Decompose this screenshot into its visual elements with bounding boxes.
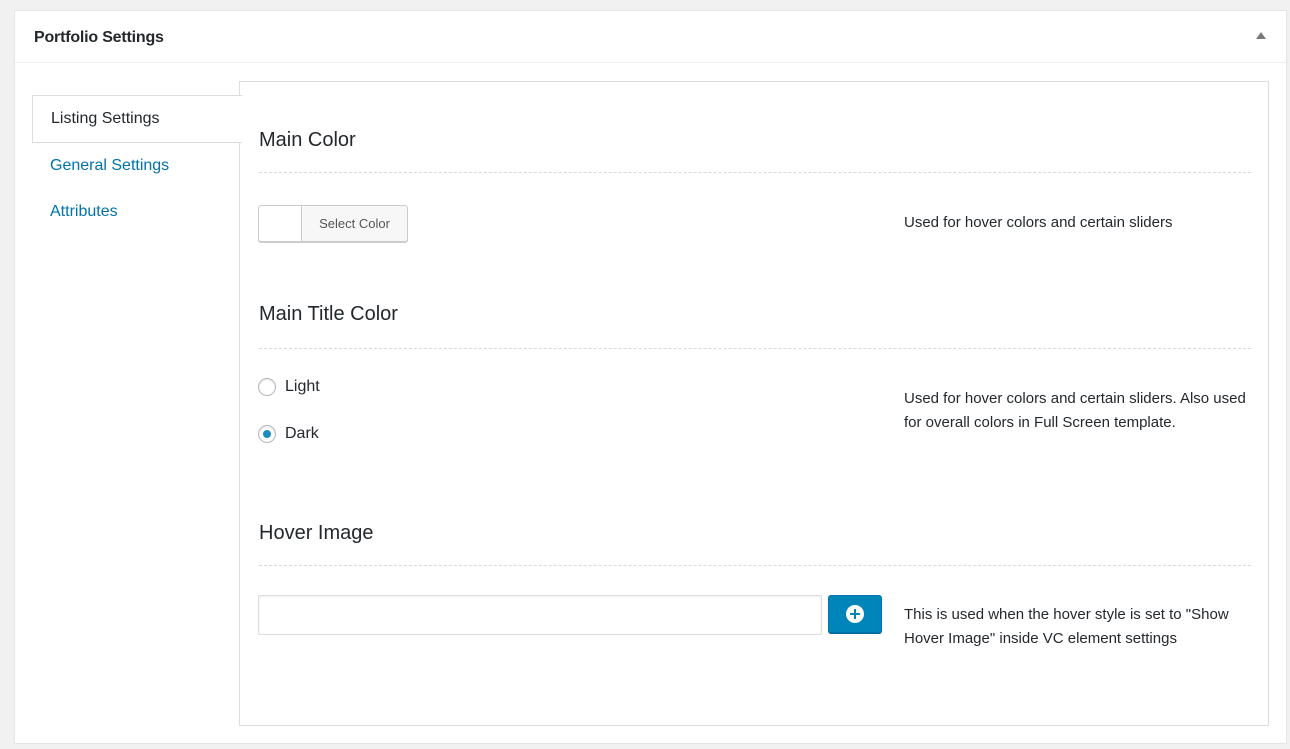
hover-image-heading: Hover Image (259, 522, 374, 544)
select-color-label: Select Color (319, 216, 390, 231)
radio-light[interactable]: Light (258, 378, 320, 396)
metabox-header[interactable]: Portfolio Settings (15, 11, 1286, 63)
main-title-color-heading: Main Title Color (259, 303, 398, 325)
metabox-title: Portfolio Settings (34, 29, 164, 46)
portfolio-settings-metabox: Portfolio Settings Listing Settings Gene… (14, 10, 1287, 744)
hover-image-description: This is used when the hover style is set… (904, 606, 1229, 647)
add-hover-image-button[interactable] (828, 595, 882, 633)
collapse-toggle-icon[interactable] (1256, 32, 1266, 39)
tab-general-settings[interactable]: General Settings (32, 143, 241, 189)
tab-listing-settings[interactable]: Listing Settings (32, 95, 242, 143)
divider (259, 565, 1251, 566)
select-color-button[interactable]: Select Color (258, 205, 408, 242)
radio-dark[interactable]: Dark (258, 425, 319, 443)
tab-attributes[interactable]: Attributes (32, 189, 241, 235)
main-color-heading: Main Color (259, 129, 356, 151)
settings-tabs: Listing Settings General Settings Attrib… (32, 95, 242, 235)
main-title-color-description: Used for hover colors and certain slider… (904, 390, 1246, 431)
divider (259, 172, 1251, 173)
tab-panel-listing-settings: Main Color Select Color Used for hover c… (239, 81, 1269, 726)
main-color-description: Used for hover colors and certain slider… (904, 214, 1173, 231)
radio-light-button[interactable] (258, 378, 276, 396)
divider (259, 348, 1251, 349)
radio-dark-button[interactable] (258, 425, 276, 443)
radio-light-label: Light (285, 378, 320, 395)
radio-dark-label: Dark (285, 425, 319, 442)
color-swatch (259, 206, 302, 241)
plus-circle-icon (846, 605, 864, 623)
hover-image-url-input[interactable] (258, 595, 822, 635)
